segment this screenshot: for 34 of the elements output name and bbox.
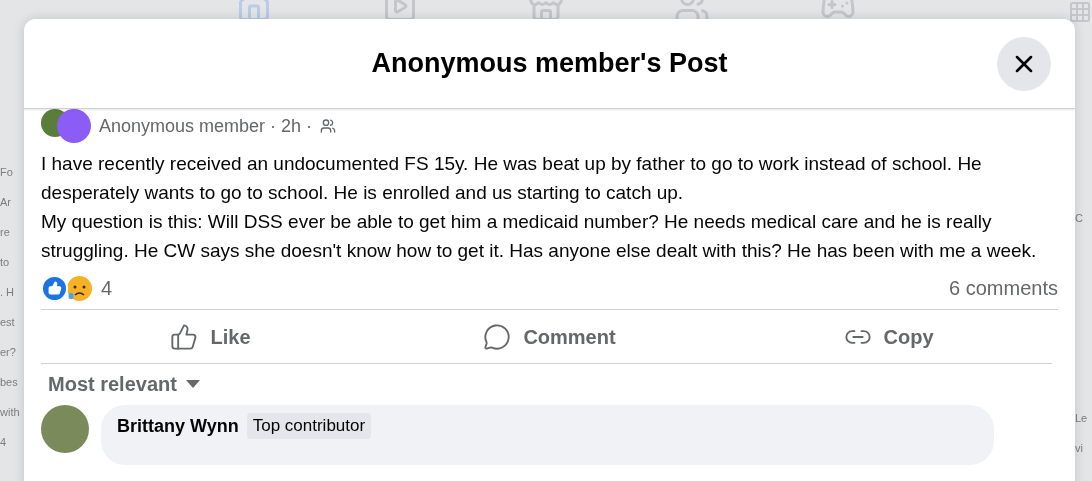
background-text: re — [0, 225, 11, 240]
post-author: Anonymous member · 2h · — [99, 114, 313, 138]
background-text: er? — [0, 345, 17, 360]
sort-dropdown[interactable]: Most relevant — [48, 369, 201, 399]
background-text: Ar — [0, 195, 12, 210]
close-button[interactable] — [997, 36, 1051, 91]
dialog-title: Anonymous member's Post — [371, 47, 728, 81]
background-text: Le — [1075, 411, 1089, 426]
post-text: I have recently received an undocumented FS 15y. He was beat up by father to go to work instead of school. He desperately wants to go to school. He is enrolled and us starting to catch up. — [41, 152, 983, 205]
audience-icon — [320, 118, 337, 134]
background-text: bes — [0, 375, 19, 390]
comment-icon — [483, 322, 512, 351]
apps-icon[interactable] — [1068, 0, 1092, 24]
post-text: My question is this: Will DSS ever be able to get him a medicaid number? He needs medical care and he is really struggling. He CW says she doesn't know how to get it. Has anyone else dealt with this? He has been with me a week. — [41, 210, 1038, 263]
background-text: . H — [0, 285, 16, 300]
thumbs-up-icon — [170, 322, 199, 351]
background-text: 4 — [0, 435, 8, 450]
background-text: Fo — [0, 165, 14, 180]
background-text: vi — [1075, 441, 1084, 456]
sad-reaction-icon — [66, 274, 93, 302]
caret-icon — [184, 379, 201, 389]
background-text: to — [0, 255, 11, 270]
anonymous-avatar[interactable] — [57, 109, 91, 143]
comments-count[interactable]: 6 comments — [949, 273, 1058, 303]
like-button[interactable]: Like — [41, 312, 380, 361]
commenter-name[interactable]: Brittany Wynn — [117, 413, 239, 440]
commenter-avatar[interactable] — [41, 405, 89, 453]
background-text: with — [0, 405, 21, 420]
background-text: C — [1075, 211, 1084, 226]
background-text: est — [0, 315, 16, 330]
reaction-count[interactable]: 4 — [101, 273, 113, 303]
contributor-badge: Top contributor — [246, 413, 372, 439]
copy-button[interactable]: Copy — [719, 312, 1058, 361]
comment-button[interactable]: Comment — [380, 312, 719, 361]
